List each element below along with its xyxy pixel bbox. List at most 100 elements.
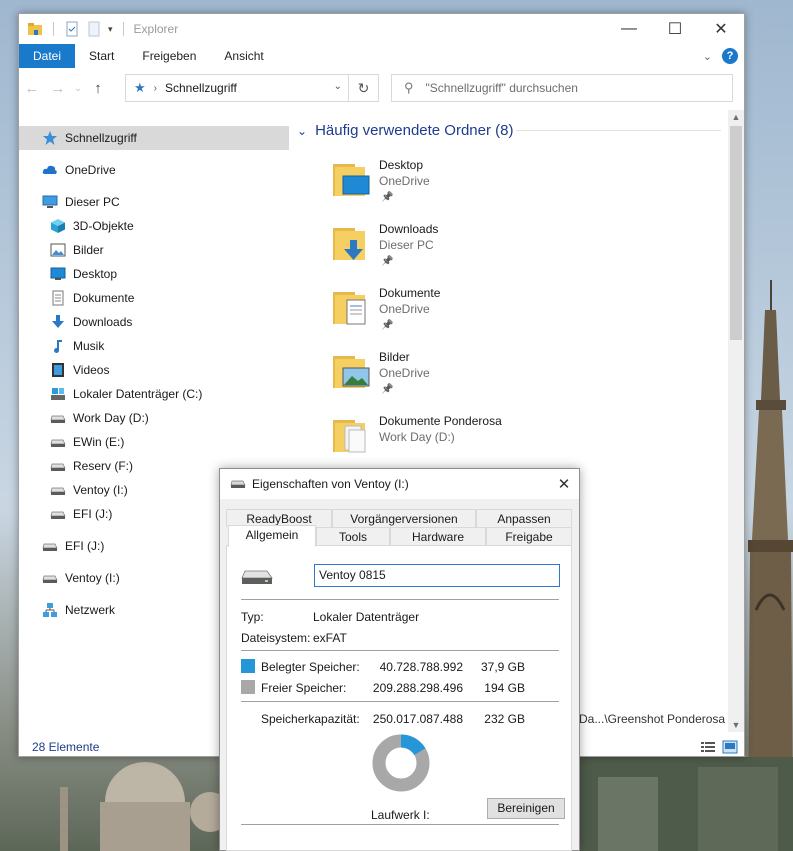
tab-anpassen[interactable]: Anpassen — [476, 509, 572, 527]
divider — [241, 650, 559, 651]
window-title: Explorer — [133, 22, 179, 36]
music-icon — [49, 338, 67, 354]
folder-location: OneDrive — [379, 174, 430, 188]
nav-item-label: Work Day (D:) — [73, 411, 149, 425]
general-tab-panel: Ventoy 0815 Typ: Lokaler Datenträger Dat… — [226, 545, 572, 851]
ribbon-tabs: Datei Start Freigeben Ansicht ⌄ ? — [19, 44, 744, 68]
nav-item[interactable]: Bilder — [19, 238, 289, 262]
folder-tile[interactable]: Dokumente Ponderosa Work Day (D:) — [331, 414, 691, 472]
tab-vorgaengerversionen[interactable]: Vorgängerversionen — [332, 509, 476, 527]
nav-item[interactable]: Work Day (D:) — [19, 406, 289, 430]
scroll-up-icon[interactable]: ▲ — [728, 112, 744, 122]
nav-item-label: Desktop — [73, 267, 118, 281]
close-button[interactable]: ✕ — [698, 14, 744, 44]
nav-item-label: EWin (E:) — [73, 435, 125, 449]
refresh-icon[interactable]: ↻ — [348, 75, 378, 101]
new-folder-icon[interactable] — [86, 21, 102, 37]
details-view-icon[interactable] — [700, 740, 716, 754]
search-placeholder: "Schnellzugriff" durchsuchen — [425, 81, 578, 95]
customize-quick-access-icon[interactable]: ▾ — [108, 24, 113, 35]
drive-name-input[interactable]: Ventoy 0815 — [314, 564, 560, 587]
drive-icon — [41, 538, 59, 554]
forward-icon[interactable]: → — [45, 80, 71, 97]
breadcrumb-separator-icon[interactable]: › — [154, 83, 157, 94]
type-value: Lokaler Datenträger — [313, 610, 420, 624]
nav-item-label: Lokaler Datenträger (C:) — [73, 387, 203, 401]
drive-icon — [41, 570, 59, 586]
nav-item[interactable]: Videos — [19, 358, 289, 382]
cleanup-button[interactable]: Bereinigen — [487, 798, 565, 819]
large-icons-view-icon[interactable] — [722, 740, 738, 754]
collapse-chevron-icon[interactable]: ⌄ — [297, 124, 307, 138]
nav-item-label: Videos — [73, 363, 110, 377]
tab-start[interactable]: Start — [75, 44, 128, 68]
folder-tile[interactable]: Downloads Dieser PC 📌 — [331, 222, 691, 280]
tab-freigabe[interactable]: Freigabe — [486, 527, 572, 545]
breadcrumb-item[interactable]: Schnellzugriff — [165, 81, 237, 95]
frequent-folders-header[interactable]: ⌄ Häufig verwendete Ordner (8) — [297, 122, 514, 139]
nav-item[interactable]: Desktop — [19, 262, 289, 286]
drive-icon — [49, 434, 67, 450]
properties-icon[interactable] — [64, 21, 80, 37]
nav-item[interactable]: Downloads — [19, 310, 289, 334]
tab-hardware[interactable]: Hardware — [390, 527, 486, 545]
help-icon[interactable]: ? — [722, 48, 738, 64]
scroll-thumb[interactable] — [730, 126, 742, 340]
search-box[interactable]: ⚲ "Schnellzugriff" durchsuchen — [391, 74, 733, 102]
drive-label: Laufwerk I: — [371, 808, 430, 822]
pin-icon: 📌 — [381, 320, 394, 331]
nav-item[interactable]: OneDrive — [19, 158, 289, 182]
vertical-scrollbar[interactable]: ▲ ▼ — [728, 110, 744, 732]
folder-tile[interactable]: Desktop OneDrive 📌 — [331, 158, 691, 216]
capacity-bytes: 250.017.087.488 — [372, 712, 463, 726]
maximize-button[interactable]: ☐ — [652, 14, 698, 44]
nav-item-label: EFI (J:) — [65, 539, 105, 553]
expand-ribbon-icon[interactable]: ⌄ — [703, 50, 712, 63]
nav-item[interactable]: EWin (E:) — [19, 430, 289, 454]
used-space-swatch — [241, 659, 255, 673]
used-space-gb: 37,9 GB — [480, 660, 525, 674]
scroll-down-icon[interactable]: ▼ — [728, 720, 744, 730]
tab-freigeben[interactable]: Freigeben — [128, 44, 210, 68]
nav-item[interactable]: Musik — [19, 334, 289, 358]
downloads-folder-icon — [331, 222, 371, 262]
tab-tools[interactable]: Tools — [316, 527, 390, 545]
drive-icon — [49, 506, 67, 522]
nav-item[interactable]: Dieser PC — [19, 190, 289, 214]
recent-locations-icon[interactable]: ⌄ — [71, 83, 85, 94]
nav-item[interactable]: Schnellzugriff — [19, 126, 289, 150]
tab-ansicht[interactable]: Ansicht — [210, 44, 277, 68]
free-space-swatch — [241, 680, 255, 694]
nav-item-label: Bilder — [73, 243, 104, 257]
folder-tile[interactable]: Bilder OneDrive 📌 — [331, 350, 691, 408]
documents-folder-icon — [331, 286, 371, 326]
separator — [53, 22, 54, 36]
palace-image — [60, 762, 230, 851]
nav-item[interactable]: Dokumente — [19, 286, 289, 310]
documents-icon — [49, 290, 67, 306]
address-bar[interactable]: ★ › Schnellzugriff ⌄ ↻ — [125, 74, 379, 102]
nav-item-label: Reserv (F:) — [73, 459, 133, 473]
nav-item-label: Ventoy (I:) — [73, 483, 128, 497]
folder-tile[interactable]: Dokumente OneDrive 📌 — [331, 286, 691, 344]
nav-item[interactable]: 3D-Objekte — [19, 214, 289, 238]
monitor-icon — [41, 194, 59, 210]
nav-item[interactable]: Lokaler Datenträger (C:) — [19, 382, 289, 406]
tab-allgemein[interactable]: Allgemein — [228, 525, 316, 547]
search-icon: ⚲ — [404, 80, 414, 95]
filesystem-label: Dateisystem: — [241, 631, 311, 645]
used-space-label: Belegter Speicher: — [261, 660, 360, 674]
network-icon — [41, 602, 59, 618]
folder-name: Downloads — [379, 222, 439, 236]
dialog-close-button[interactable]: ✕ — [549, 469, 579, 499]
pictures-icon — [49, 242, 67, 258]
tab-datei[interactable]: Datei — [19, 44, 76, 68]
nav-item-label: Netzwerk — [65, 603, 116, 617]
address-dropdown-icon[interactable]: ⌄ — [334, 81, 342, 92]
minimize-button[interactable]: — — [606, 14, 652, 44]
up-icon[interactable]: ↑ — [85, 80, 111, 97]
back-icon[interactable]: ← — [19, 80, 45, 97]
separator — [122, 22, 124, 36]
drive-icon — [49, 410, 67, 426]
folder-location: Work Day (D:) — [379, 430, 455, 444]
